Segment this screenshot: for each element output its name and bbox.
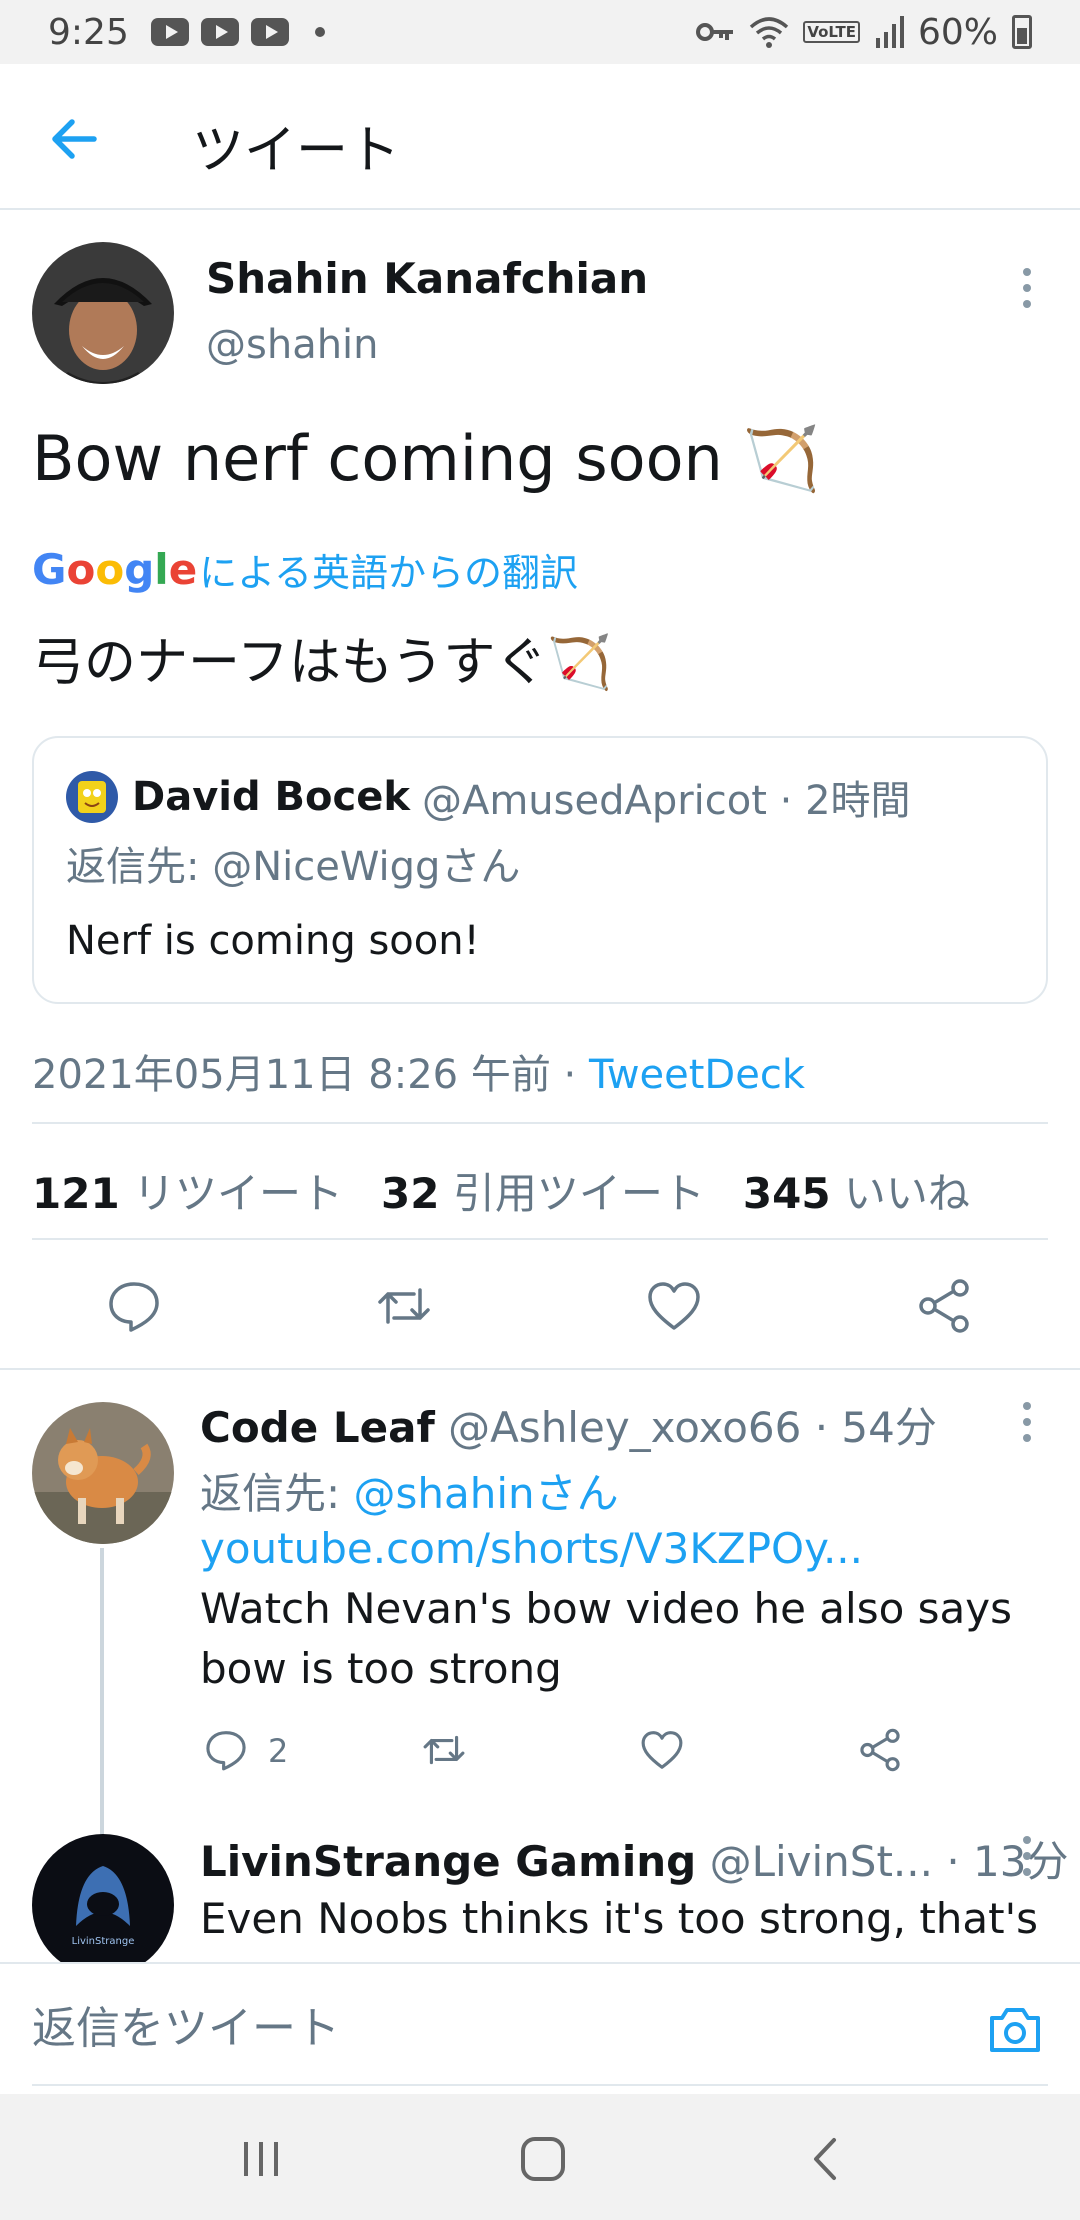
reply-compose-input[interactable]: 返信をツイート bbox=[32, 1992, 340, 2056]
translated-text: 弓のナーフはもうすぐ🏹 bbox=[32, 633, 613, 693]
author-name[interactable]: Shahin Kanafchian bbox=[206, 254, 648, 303]
share-icon[interactable] bbox=[858, 1728, 902, 1772]
camera-icon[interactable] bbox=[986, 2000, 1044, 2058]
home-icon[interactable] bbox=[518, 2134, 568, 2184]
tweet-text: Bow nerf coming soon 🏹 bbox=[32, 422, 820, 495]
volte-icon: VoLTE bbox=[803, 21, 860, 43]
reply-icon[interactable] bbox=[106, 1278, 162, 1334]
reply-tweet[interactable]: Code Leaf @Ashley_xoxo66 · 54分 返信先: @sha… bbox=[0, 1370, 1080, 1998]
reply-more-options-icon[interactable] bbox=[1012, 1398, 1042, 1448]
google-logo-icon: Google bbox=[32, 545, 198, 594]
reply-text-line: Even Noobs thinks it's too strong, that'… bbox=[200, 1894, 1039, 1943]
battery-percentage: 60% bbox=[917, 11, 998, 53]
quote-tweets-stat[interactable]: 32 引用ツイート bbox=[381, 1169, 705, 1218]
signal-icon bbox=[875, 16, 904, 48]
reply-author-avatar[interactable]: LivinStrange bbox=[32, 1834, 174, 1962]
battery-icon bbox=[1012, 15, 1032, 49]
more-notifications-dot-icon bbox=[314, 27, 325, 37]
tweet-stats: 121 リツイート 32 引用ツイート 345 いいね bbox=[32, 1160, 970, 1221]
status-time: 9:25 bbox=[48, 11, 129, 53]
quoted-author-handle: @AmusedApricot · 2時間 bbox=[421, 778, 911, 824]
reply-compose-bar: 返信をツイート bbox=[0, 1962, 1080, 2092]
quoted-author-avatar bbox=[66, 771, 118, 823]
youtube-notification-icon bbox=[250, 18, 289, 46]
like-heart-icon[interactable] bbox=[646, 1278, 702, 1334]
tweet-actions bbox=[0, 1240, 1080, 1370]
retweet-icon[interactable] bbox=[376, 1278, 432, 1334]
quoted-reply-to: 返信先: @NiceWiggさん bbox=[66, 844, 521, 890]
reply-author-name[interactable]: Code Leaf bbox=[200, 1403, 435, 1452]
vpn-key-icon bbox=[696, 23, 734, 41]
app-header: ツイート bbox=[0, 64, 1080, 210]
svg-text:LivinStrange: LivinStrange bbox=[72, 1936, 135, 1947]
reply-youtube-link[interactable]: youtube.com/shorts/V3KZPOy... bbox=[200, 1524, 863, 1573]
system-navigation-bar bbox=[0, 2094, 1080, 2220]
reply-to-line: 返信先: @shahinさん bbox=[200, 1469, 619, 1518]
share-icon[interactable] bbox=[916, 1278, 972, 1334]
tweet-client-link[interactable]: TweetDeck bbox=[589, 1052, 805, 1098]
reply-count: 2 bbox=[268, 1732, 289, 1770]
translation-label: による英語からの翻訳 bbox=[199, 551, 579, 595]
quoted-author-name: David Bocek bbox=[132, 774, 410, 820]
recent-apps-icon[interactable] bbox=[236, 2134, 286, 2184]
like-heart-icon[interactable] bbox=[640, 1728, 684, 1772]
tweet-timestamp: 2021年05月11日 8:26 午前 · TweetDeck bbox=[32, 1052, 805, 1098]
reply-to-handle-link[interactable]: @shahinさん bbox=[354, 1469, 619, 1518]
youtube-notification-icon bbox=[200, 18, 239, 46]
divider bbox=[32, 2084, 1048, 2086]
reply-icon[interactable] bbox=[204, 1728, 248, 1772]
quoted-tweet-card[interactable]: David Bocek @AmusedApricot · 2時間 返信先: @N… bbox=[32, 736, 1048, 1004]
quoted-tweet-text: Nerf is coming soon! bbox=[66, 918, 480, 964]
reply-header: Code Leaf @Ashley_xoxo66 · 54分 bbox=[200, 1394, 937, 1455]
more-options-icon[interactable] bbox=[1012, 264, 1042, 314]
reply-text-line: Watch Nevan's bow video he also says bbox=[200, 1584, 1012, 1633]
reply-author-name[interactable]: LivinStrange Gaming bbox=[200, 1837, 696, 1886]
divider bbox=[32, 1122, 1048, 1124]
status-bar: 9:25 VoLTE 60% bbox=[0, 0, 1080, 64]
reply-more-options-icon[interactable] bbox=[1012, 1832, 1042, 1882]
wifi-icon bbox=[750, 17, 789, 48]
reply-author-avatar[interactable] bbox=[32, 1402, 174, 1544]
back-arrow-icon[interactable] bbox=[46, 112, 100, 166]
likes-stat[interactable]: 345 いいね bbox=[743, 1169, 970, 1218]
youtube-notification-icon bbox=[150, 18, 189, 46]
reply-text-line: bow is too strong bbox=[200, 1644, 562, 1693]
back-icon[interactable] bbox=[800, 2134, 850, 2184]
author-handle[interactable]: @shahin bbox=[206, 322, 379, 368]
author-avatar[interactable] bbox=[32, 242, 174, 384]
reply-header: LivinStrange Gaming @LivinSt... · 13分 bbox=[200, 1828, 1068, 1889]
retweet-icon[interactable] bbox=[422, 1728, 466, 1772]
reply-author-meta: @Ashley_xoxo66 · 54分 bbox=[448, 1403, 937, 1452]
translation-attribution: Google による英語からの翻訳 bbox=[32, 542, 578, 597]
reply-tweet[interactable]: LivinStrange LivinStrange Gaming @LivinS… bbox=[0, 1804, 1080, 1962]
retweets-stat[interactable]: 121 リツイート bbox=[32, 1169, 343, 1218]
page-title: ツイート bbox=[192, 121, 401, 181]
